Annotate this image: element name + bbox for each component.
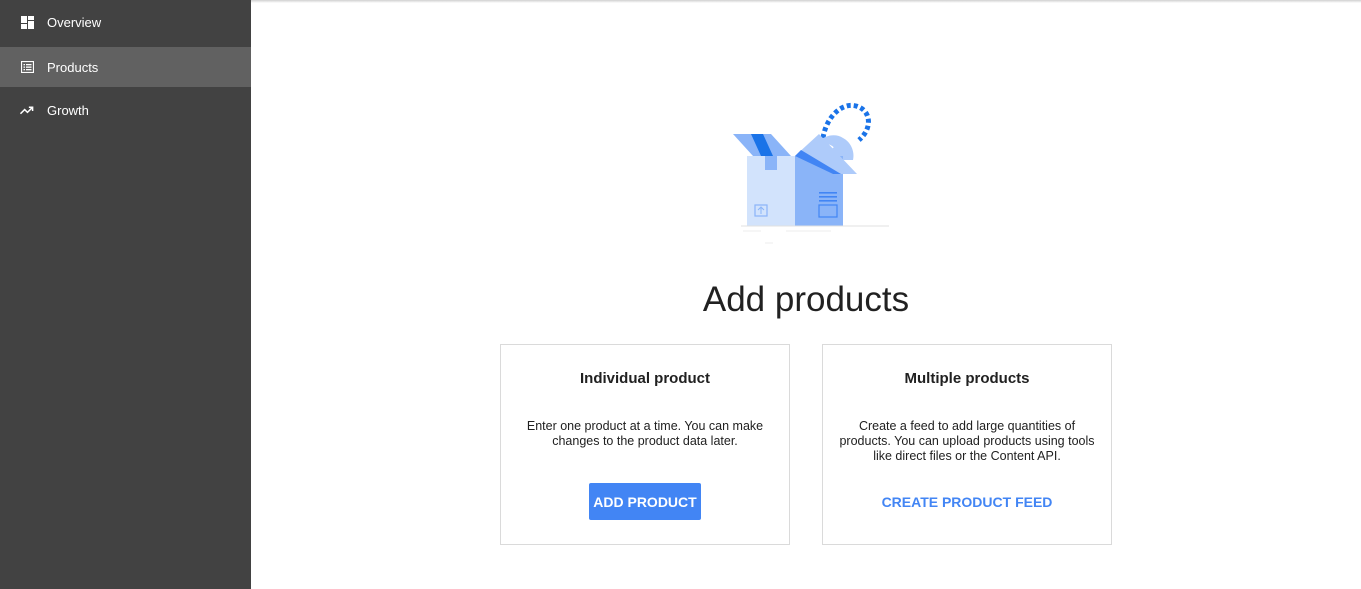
card-title: Multiple products <box>904 370 1030 387</box>
dashboard-icon <box>20 15 34 29</box>
create-product-feed-button[interactable]: CREATE PRODUCT FEED <box>873 483 1061 520</box>
sidebar-item-growth[interactable]: Growth <box>0 90 251 130</box>
add-product-button[interactable]: ADD PRODUCT <box>589 483 701 520</box>
card-description: Enter one product at a time. You can mak… <box>526 419 764 448</box>
sidebar: Overview Products Growth <box>0 0 251 589</box>
multiple-products-card: Multiple products Create a feed to add l… <box>822 344 1112 545</box>
sidebar-item-label: Overview <box>47 14 102 30</box>
card-description: Create a feed to add large quantities of… <box>839 419 1095 463</box>
sidebar-item-overview[interactable]: Overview <box>0 2 251 42</box>
individual-product-card: Individual product Enter one product at … <box>500 344 790 545</box>
trending-up-icon <box>20 103 34 117</box>
card-title: Individual product <box>580 370 710 387</box>
main-content: Add products Individual product Enter on… <box>251 0 1361 589</box>
page-title: Add products <box>702 280 910 319</box>
sidebar-item-products[interactable]: Products <box>0 47 251 87</box>
list-icon <box>20 60 34 74</box>
open-box-illustration <box>731 100 891 250</box>
sidebar-item-label: Products <box>47 59 99 75</box>
sidebar-item-label: Growth <box>47 102 89 118</box>
top-shadow <box>251 0 1361 3</box>
